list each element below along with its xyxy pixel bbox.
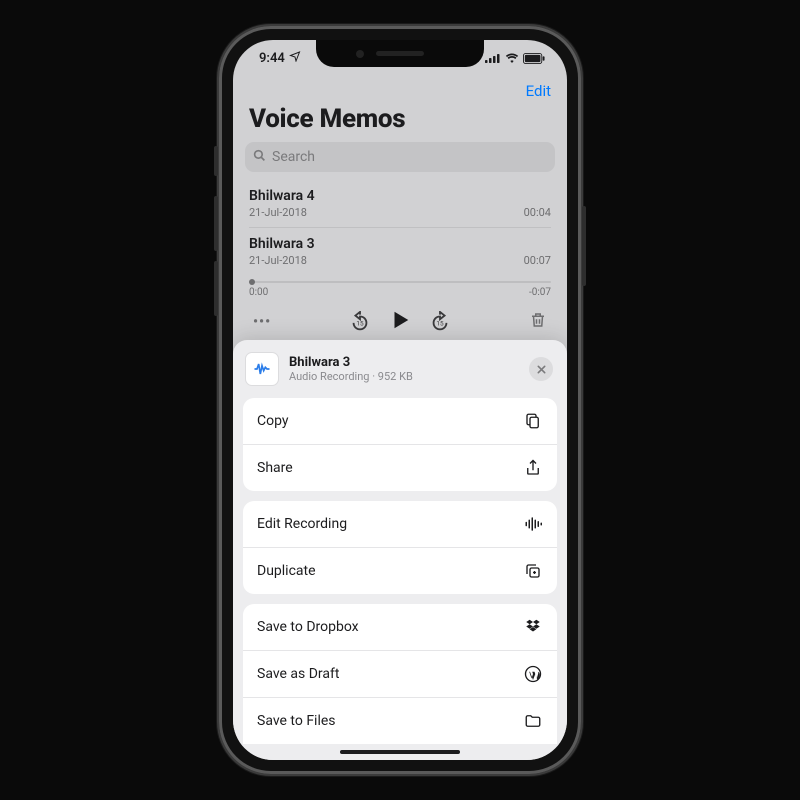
location-icon [289, 50, 301, 66]
memo-duration: 00:04 [524, 206, 551, 219]
folder-icon [523, 711, 543, 731]
action-label: Share [257, 460, 293, 476]
wordpress-icon [523, 664, 543, 684]
action-save-dropbox[interactable]: Save to Dropbox [243, 604, 557, 650]
search-icon [253, 149, 266, 166]
action-save-files[interactable]: Save to Files [243, 697, 557, 744]
notch [316, 40, 484, 67]
action-label: Duplicate [257, 563, 316, 579]
playback-controls: ••• 15 15 [233, 298, 567, 342]
app-content: Edit Voice Memos Search Bhilwara 4 21-Ju… [233, 76, 567, 760]
action-label: Copy [257, 413, 289, 429]
play-button[interactable] [389, 308, 411, 336]
duplicate-icon [523, 561, 543, 581]
action-copy[interactable]: Copy [243, 398, 557, 444]
playback-scrubber[interactable]: 0:00 -0:07 [249, 281, 551, 298]
memo-item[interactable]: Bhilwara 4 21-Jul-2018 00:04 [233, 180, 567, 227]
sheet-subtitle: Audio Recording · 952 KB [289, 370, 519, 383]
page-title: Voice Memos [233, 104, 567, 142]
action-save-draft[interactable]: Save as Draft [243, 650, 557, 697]
status-time: 9:44 [259, 51, 285, 66]
wifi-icon [505, 53, 519, 63]
action-label: Save to Files [257, 713, 336, 729]
waveform-icon [523, 514, 543, 534]
skip-forward-button[interactable]: 15 [429, 311, 451, 333]
action-label: Save as Draft [257, 666, 339, 682]
share-sheet: Bhilwara 3 Audio Recording · 952 KB Copy… [233, 340, 567, 760]
sheet-title: Bhilwara 3 [289, 355, 519, 370]
memo-date: 21-Jul-2018 [249, 206, 307, 219]
copy-icon [523, 411, 543, 431]
side-button [582, 206, 586, 286]
nav-bar: Edit [233, 76, 567, 104]
action-label: Edit Recording [257, 516, 347, 532]
delete-button[interactable] [529, 310, 547, 334]
share-icon [523, 458, 543, 478]
action-duplicate[interactable]: Duplicate [243, 547, 557, 594]
screen: 9:44 Edit Voice Memos [233, 40, 567, 760]
phone-frame: 9:44 Edit Voice Memos [219, 26, 581, 774]
home-indicator[interactable] [340, 750, 460, 754]
time-remaining: -0:07 [529, 287, 551, 298]
memo-title: Bhilwara 4 [249, 188, 551, 204]
action-edit-recording[interactable]: Edit Recording [243, 501, 557, 547]
memo-title: Bhilwara 3 [249, 236, 551, 252]
search-placeholder: Search [272, 149, 315, 165]
sheet-thumbnail [245, 352, 279, 386]
memo-item[interactable]: Bhilwara 3 21-Jul-2018 00:07 [249, 227, 551, 275]
svg-text:15: 15 [436, 320, 444, 328]
svg-text:15: 15 [356, 320, 364, 328]
search-input[interactable]: Search [245, 142, 555, 172]
skip-back-button[interactable]: 15 [349, 311, 371, 333]
action-group: Copy Share [243, 398, 557, 491]
side-button [214, 196, 218, 251]
memo-date: 21-Jul-2018 [249, 254, 307, 267]
dropbox-icon [523, 617, 543, 637]
side-button [214, 146, 218, 176]
action-group: Edit Recording Duplicate [243, 501, 557, 594]
more-button[interactable]: ••• [253, 314, 271, 330]
edit-button[interactable]: Edit [526, 82, 551, 100]
time-current: 0:00 [249, 287, 268, 298]
action-group: Save to Dropbox Save as Draft Save to Fi… [243, 604, 557, 744]
battery-icon [523, 53, 545, 64]
close-button[interactable] [529, 357, 553, 381]
action-label: Save to Dropbox [257, 619, 359, 635]
memo-duration: 00:07 [524, 254, 551, 267]
action-share[interactable]: Share [243, 444, 557, 491]
side-button [214, 261, 218, 316]
signal-icon [485, 53, 501, 63]
